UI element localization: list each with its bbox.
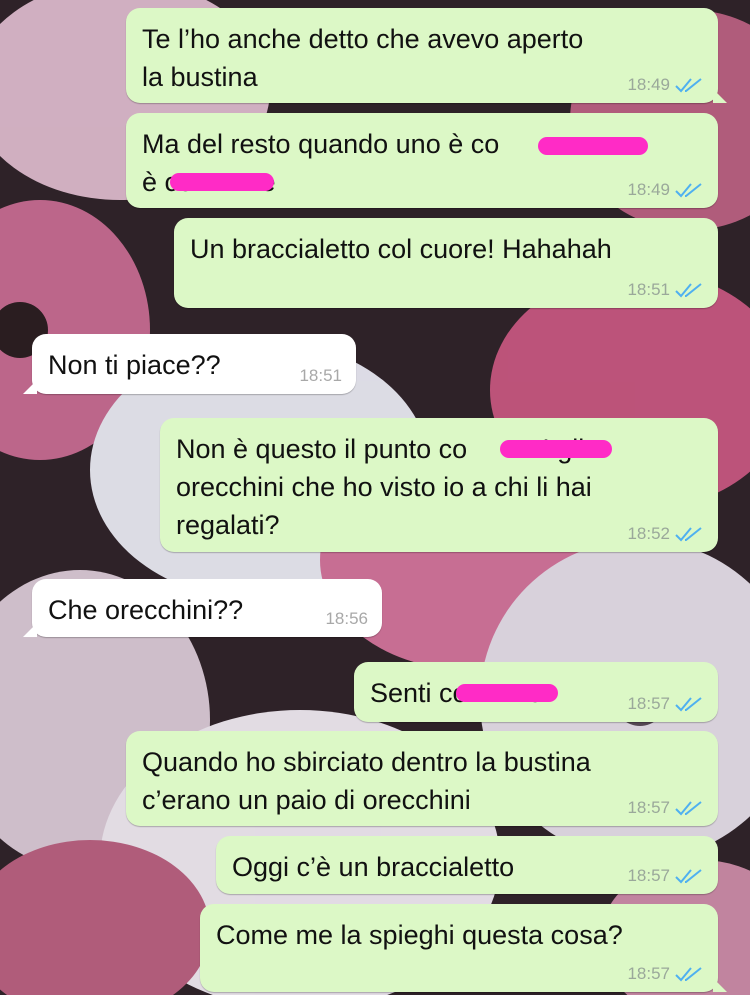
incoming-message[interactable]: Non ti piace?? 18:51 — [23, 334, 356, 394]
outgoing-message[interactable]: Come me la spieghi questa cosa? 18:57 — [200, 904, 727, 992]
message-time: 18:57 — [627, 964, 670, 983]
message-time: 18:57 — [627, 866, 670, 885]
outgoing-message[interactable]: Non è questo il punto co ! gli orecchini… — [160, 418, 718, 552]
message-meta: 18:49 — [627, 180, 704, 200]
double-check-icon — [675, 801, 702, 816]
outgoing-message[interactable]: Oggi c’è un braccialetto 18:57 — [216, 836, 718, 894]
redaction-mark — [500, 440, 612, 458]
double-check-icon — [675, 283, 702, 298]
message-time: 18:52 — [627, 524, 670, 543]
double-check-icon — [675, 869, 702, 884]
message-meta: 18:57 — [627, 798, 704, 818]
message-text: Quando ho sbirciato dentro la bustina c’… — [142, 747, 591, 815]
message-time: 18:51 — [627, 280, 670, 299]
redaction-mark — [538, 137, 648, 155]
double-check-icon — [675, 183, 702, 198]
incoming-message[interactable]: Che orecchini?? 18:56 — [23, 579, 382, 637]
message-time: 18:57 — [627, 694, 670, 713]
message-meta: 18:49 — [627, 75, 704, 95]
message-text: Te l’ho anche detto che avevo aperto la … — [142, 24, 584, 92]
message-meta: 18:57 — [627, 964, 704, 984]
message-meta: 18:52 — [627, 524, 704, 544]
message-text: Non ti piace?? — [48, 350, 221, 380]
message-time: 18:49 — [627, 75, 670, 94]
message-meta: 18:51 — [299, 366, 342, 386]
redaction-mark — [456, 684, 558, 702]
message-meta: 18:57 — [627, 694, 704, 714]
outgoing-message[interactable]: Quando ho sbirciato dentro la bustina c’… — [126, 731, 718, 826]
message-text: Non è questo il punto co ! gli orecchini… — [176, 434, 592, 540]
double-check-icon — [675, 967, 702, 982]
outgoing-message[interactable]: Ma del resto quando uno è co e è co e 18… — [126, 113, 718, 208]
redaction-mark — [170, 173, 274, 191]
double-check-icon — [675, 78, 702, 93]
outgoing-message[interactable]: Te l’ho anche detto che avevo aperto la … — [126, 8, 727, 103]
message-text: Come me la spieghi questa cosa? — [216, 920, 623, 950]
message-meta: 18:56 — [325, 609, 368, 629]
message-time: 18:49 — [627, 180, 670, 199]
message-meta: 18:57 — [627, 866, 704, 886]
message-text: Un braccialetto col cuore! Hahahah — [190, 234, 612, 264]
message-time: 18:56 — [325, 609, 368, 628]
double-check-icon — [675, 697, 702, 712]
double-check-icon — [675, 527, 702, 542]
outgoing-message[interactable]: Senti co e 18:57 — [354, 662, 718, 722]
message-time: 18:57 — [627, 798, 670, 817]
message-text: Che orecchini?? — [48, 595, 244, 625]
outgoing-message[interactable]: Un braccialetto col cuore! Hahahah 18:51 — [174, 218, 718, 308]
message-time: 18:51 — [299, 366, 342, 385]
message-meta: 18:51 — [627, 280, 704, 300]
